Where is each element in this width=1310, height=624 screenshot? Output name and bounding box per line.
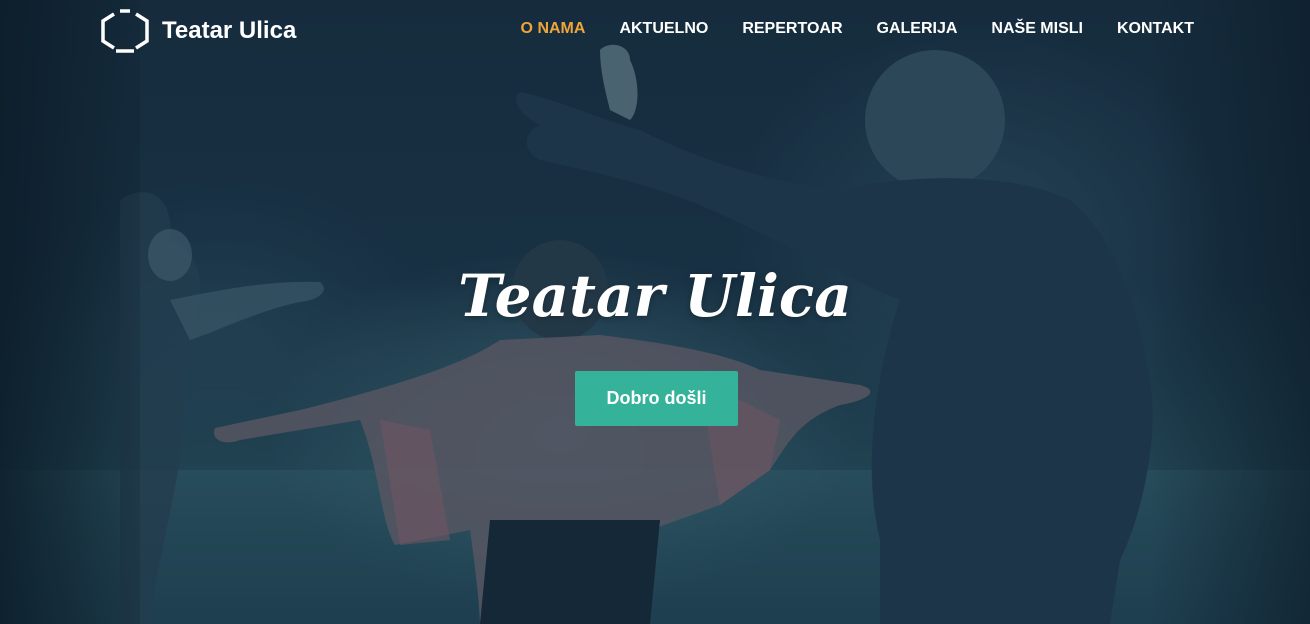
- nav-item-kontakt[interactable]: KONTAKT: [1117, 20, 1194, 38]
- nav-item-o-nama[interactable]: O NAMA: [521, 20, 586, 38]
- welcome-button[interactable]: Dobro došli: [575, 371, 738, 426]
- nav-item-nase-misli[interactable]: NAŠE MISLI: [991, 20, 1083, 38]
- brand-logo-link[interactable]: Teatar Ulica: [100, 8, 296, 54]
- hexagon-logo-icon: [101, 9, 149, 53]
- nav-item-repertoar[interactable]: REPERTOAR: [742, 20, 842, 38]
- hero-title: Teatar Ulica: [458, 262, 852, 330]
- nav-item-galerija[interactable]: GALERIJA: [877, 20, 958, 38]
- site-header: Teatar Ulica O NAMA AKTUELNO REPERTOAR G…: [0, 0, 1310, 62]
- main-navigation: O NAMA AKTUELNO REPERTOAR GALERIJA NAŠE …: [487, 20, 1194, 38]
- nav-item-aktuelno[interactable]: AKTUELNO: [619, 20, 708, 38]
- brand-name: Teatar Ulica: [162, 17, 297, 44]
